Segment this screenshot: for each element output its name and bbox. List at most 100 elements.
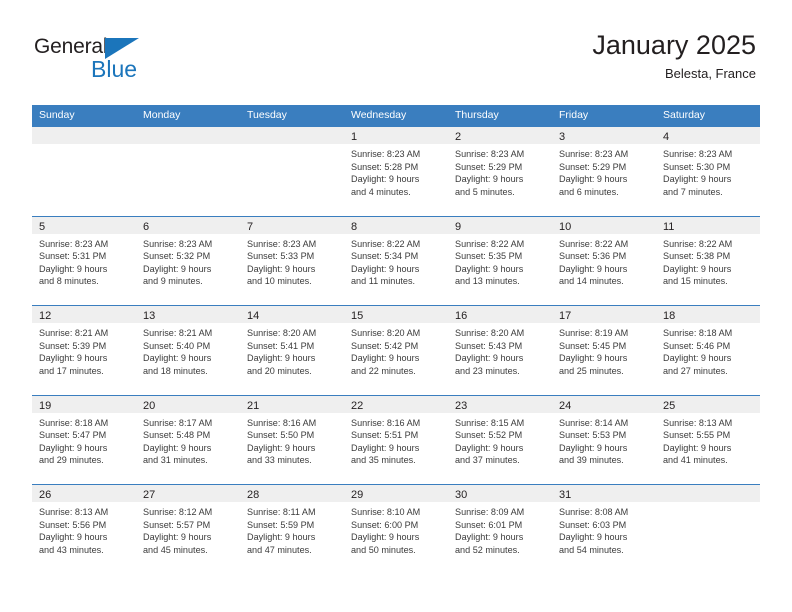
- day-detail-line: Daylight: 9 hours: [143, 263, 212, 274]
- day-number-band: 17: [552, 306, 656, 323]
- day-detail-line: Sunset: 5:43 PM: [455, 340, 523, 351]
- day-detail-line: Daylight: 9 hours: [663, 263, 732, 274]
- day-details: Sunrise: 8:19 AM Sunset: 5:45 PM Daylight:…: [552, 323, 656, 377]
- calendar-week-row: 19 Sunrise: 8:18 AM Sunset: 5:47 PM Dayligh…: [32, 394, 760, 484]
- day-detail-line: Sunrise: 8:13 AM: [663, 417, 733, 428]
- day-number: 29: [351, 489, 364, 501]
- day-detail-line: Daylight: 9 hours: [455, 353, 524, 364]
- day-number: 9: [455, 220, 462, 233]
- day-cell-17[interactable]: 17 Sunrise: 8:19 AM Sunset: 5:45 PM Dayligh…: [552, 306, 656, 395]
- day-number: 31: [559, 489, 572, 501]
- day-detail-line: Sunrise: 8:21 AM: [143, 328, 213, 338]
- day-detail-line: Sunrise: 8:19 AM: [559, 328, 629, 338]
- day-cell-21[interactable]: 21 Sunrise: 8:16 AM Sunset: 5:50 PM Dayligh…: [240, 395, 344, 484]
- general-blue-logo[interactable]: General Blue: [34, 36, 164, 88]
- day-cell-18[interactable]: 18 Sunrise: 8:18 AM Sunset: 5:46 PM Dayligh…: [656, 306, 760, 395]
- day-cell-26[interactable]: 26 Sunrise: 8:13 AM Sunset: 5:56 PM Dayligh…: [32, 485, 136, 574]
- day-cell-8[interactable]: 8 Sunrise: 8:22 AM Sunset: 5:34 PM Daylight…: [344, 216, 448, 305]
- day-cell-24[interactable]: 24 Sunrise: 8:14 AM Sunset: 5:53 PM Dayligh…: [552, 395, 656, 484]
- day-number-band: 24: [552, 395, 656, 413]
- day-detail-line: Daylight: 9 hours: [39, 353, 108, 364]
- day-detail-line: Daylight: 9 hours: [663, 442, 732, 453]
- weekday-header-tuesday: Tuesday: [247, 109, 287, 121]
- day-number: 16: [455, 310, 468, 322]
- day-cell-6[interactable]: 6 Sunrise: 8:23 AM Sunset: 5:32 PM Daylight…: [136, 216, 240, 305]
- day-detail-line: Sunset: 5:29 PM: [559, 161, 627, 172]
- day-detail-line: Daylight: 9 hours: [559, 532, 628, 543]
- day-number-band: 31: [552, 485, 656, 502]
- day-number-band: 7: [240, 216, 344, 234]
- day-cell-4[interactable]: 4 Sunrise: 8:23 AM Sunset: 5:30 PM Daylight…: [656, 127, 760, 216]
- day-number-band: 25: [656, 395, 760, 413]
- day-cell-2[interactable]: 2 Sunrise: 8:23 AM Sunset: 5:29 PM Daylight…: [448, 127, 552, 216]
- day-cell-29[interactable]: 29 Sunrise: 8:10 AM Sunset: 6:00 PM Dayligh…: [344, 485, 448, 574]
- day-number-band: 29: [344, 485, 448, 502]
- day-number-band: 13: [136, 306, 240, 323]
- day-cell-12[interactable]: 12 Sunrise: 8:21 AM Sunset: 5:39 PM Dayligh…: [32, 306, 136, 395]
- day-details: Sunrise: 8:22 AM Sunset: 5:35 PM Daylight:…: [448, 234, 552, 288]
- day-detail-line: Sunset: 5:42 PM: [351, 340, 419, 351]
- day-cell-15[interactable]: 15 Sunrise: 8:20 AM Sunset: 5:42 PM Dayligh…: [344, 306, 448, 395]
- day-detail-line: Daylight: 9 hours: [351, 532, 420, 543]
- day-cell-empty: [240, 127, 344, 216]
- day-detail-line: Daylight: 9 hours: [247, 532, 316, 543]
- logo-text-blue: Blue: [91, 56, 138, 82]
- day-detail-line: Sunset: 5:40 PM: [143, 340, 211, 351]
- day-number: 14: [247, 310, 260, 322]
- day-cell-1[interactable]: 1 Sunrise: 8:23 AM Sunset: 5:28 PM Daylight…: [344, 127, 448, 216]
- day-detail-line: and 14 minutes.: [559, 276, 624, 287]
- day-number: 30: [455, 489, 468, 501]
- day-cell-11[interactable]: 11 Sunrise: 8:22 AM Sunset: 5:38 PM Dayligh…: [656, 216, 760, 305]
- day-cell-23[interactable]: 23 Sunrise: 8:15 AM Sunset: 5:52 PM Dayligh…: [448, 395, 552, 484]
- day-details: Sunrise: 8:16 AM Sunset: 5:50 PM Daylight:…: [240, 413, 344, 467]
- day-number-band: 2: [448, 127, 552, 144]
- day-details: Sunrise: 8:16 AM Sunset: 5:51 PM Daylight:…: [344, 413, 448, 467]
- weekday-header-thursday: Thursday: [455, 109, 499, 121]
- day-details: Sunrise: 8:08 AM Sunset: 6:03 PM Daylight:…: [552, 502, 656, 556]
- day-details: Sunrise: 8:23 AM Sunset: 5:29 PM Daylight:…: [552, 144, 656, 198]
- day-number: 10: [559, 220, 572, 233]
- day-number: 27: [143, 489, 156, 501]
- day-detail-line: and 20 minutes.: [247, 365, 312, 376]
- day-cell-25[interactable]: 25 Sunrise: 8:13 AM Sunset: 5:55 PM Dayligh…: [656, 395, 760, 484]
- day-number: 3: [559, 131, 566, 143]
- day-detail-line: Daylight: 9 hours: [559, 353, 628, 364]
- day-number-band: [32, 127, 136, 144]
- day-detail-line: Sunset: 5:55 PM: [663, 430, 731, 441]
- day-cell-20[interactable]: 20 Sunrise: 8:17 AM Sunset: 5:48 PM Dayligh…: [136, 395, 240, 484]
- day-cell-28[interactable]: 28 Sunrise: 8:11 AM Sunset: 5:59 PM Dayligh…: [240, 485, 344, 574]
- day-detail-line: Daylight: 9 hours: [143, 532, 212, 543]
- day-cell-30[interactable]: 30 Sunrise: 8:09 AM Sunset: 6:01 PM Dayligh…: [448, 485, 552, 574]
- day-cell-7[interactable]: 7 Sunrise: 8:23 AM Sunset: 5:33 PM Daylight…: [240, 216, 344, 305]
- day-cell-3[interactable]: 3 Sunrise: 8:23 AM Sunset: 5:29 PM Daylight…: [552, 127, 656, 216]
- day-detail-line: and 31 minutes.: [143, 455, 208, 466]
- day-cell-27[interactable]: 27 Sunrise: 8:12 AM Sunset: 5:57 PM Dayligh…: [136, 485, 240, 574]
- day-detail-line: and 6 minutes.: [559, 186, 619, 197]
- day-cell-5[interactable]: 5 Sunrise: 8:23 AM Sunset: 5:31 PM Daylight…: [32, 216, 136, 305]
- day-detail-line: Sunrise: 8:20 AM: [351, 328, 421, 338]
- day-number-band: 12: [32, 306, 136, 323]
- day-number: 19: [39, 399, 52, 412]
- day-cell-10[interactable]: 10 Sunrise: 8:22 AM Sunset: 5:36 PM Dayligh…: [552, 216, 656, 305]
- day-cell-31[interactable]: 31 Sunrise: 8:08 AM Sunset: 6:03 PM Dayligh…: [552, 485, 656, 574]
- day-cell-22[interactable]: 22 Sunrise: 8:16 AM Sunset: 5:51 PM Dayligh…: [344, 395, 448, 484]
- day-cell-13[interactable]: 13 Sunrise: 8:21 AM Sunset: 5:40 PM Dayligh…: [136, 306, 240, 395]
- day-cell-empty: [136, 127, 240, 216]
- day-detail-line: Sunrise: 8:21 AM: [39, 328, 109, 338]
- day-detail-line: Sunset: 5:57 PM: [143, 519, 211, 530]
- day-cell-14[interactable]: 14 Sunrise: 8:20 AM Sunset: 5:41 PM Dayligh…: [240, 306, 344, 395]
- title-block: January 2025 Belesta, France: [592, 30, 756, 81]
- day-cell-9[interactable]: 9 Sunrise: 8:22 AM Sunset: 5:35 PM Daylight…: [448, 216, 552, 305]
- day-details: Sunrise: 8:22 AM Sunset: 5:38 PM Daylight:…: [656, 234, 760, 288]
- day-number-band: 11: [656, 216, 760, 234]
- day-detail-line: and 45 minutes.: [143, 544, 208, 555]
- calendar-week-row: 12 Sunrise: 8:21 AM Sunset: 5:39 PM Dayligh…: [32, 305, 760, 395]
- day-detail-line: Sunrise: 8:22 AM: [663, 238, 733, 249]
- day-cell-19[interactable]: 19 Sunrise: 8:18 AM Sunset: 5:47 PM Dayligh…: [32, 395, 136, 484]
- day-cell-16[interactable]: 16 Sunrise: 8:20 AM Sunset: 5:43 PM Dayligh…: [448, 306, 552, 395]
- calendar-page: General Blue January 2025 Belesta, Franc…: [0, 0, 792, 612]
- day-number: 2: [455, 131, 462, 143]
- day-detail-line: Daylight: 9 hours: [455, 263, 524, 274]
- day-number: 17: [559, 310, 572, 322]
- day-detail-line: Sunset: 6:00 PM: [351, 519, 419, 530]
